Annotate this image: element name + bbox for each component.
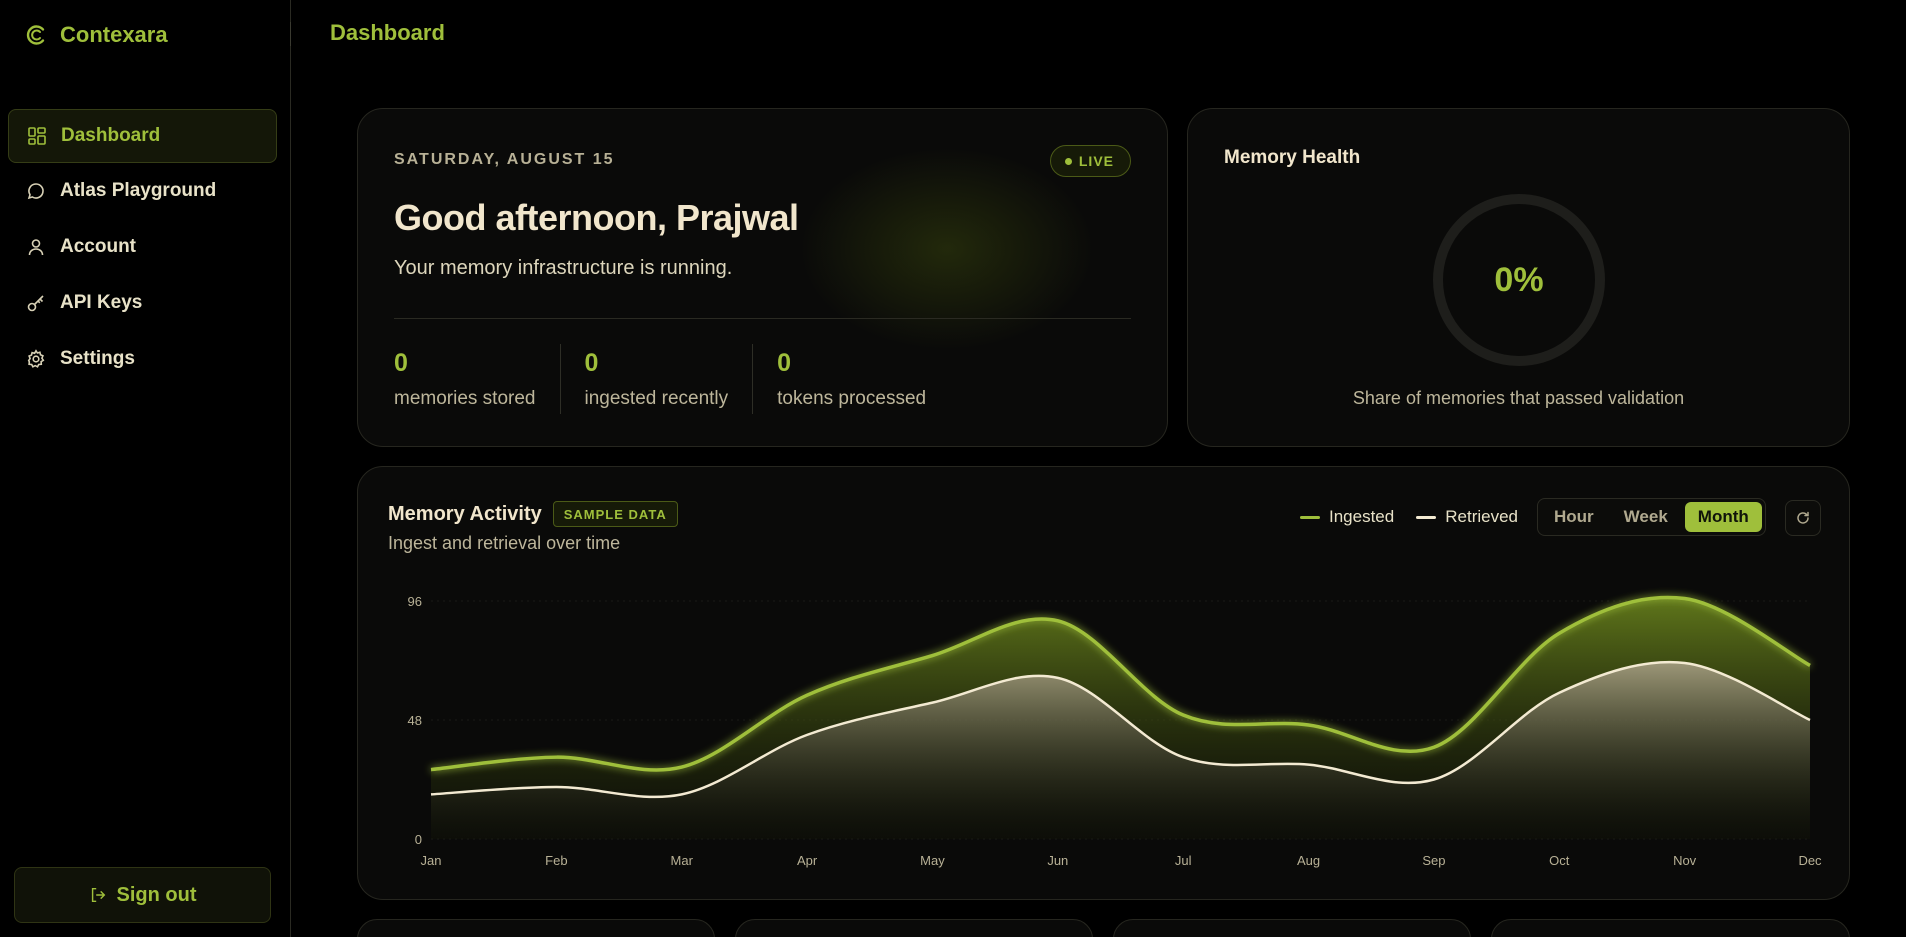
brand-name: Contexara — [60, 22, 168, 47]
memory-health-card: Memory Health 0% Share of memories that … — [1187, 108, 1850, 447]
legend-swatch — [1300, 515, 1320, 519]
memory-activity-card: 0 48 96 Jan Feb Mar Apr May Jun Jul Aug Sep Oct Nov De… — [357, 466, 1850, 900]
y-tick-label: 0 — [415, 832, 422, 847]
header-divider — [290, 22, 291, 46]
x-tick-label: Jan — [421, 853, 442, 868]
summary-card — [357, 919, 715, 937]
activity-subtitle: Ingest and retrieval over time — [388, 533, 621, 553]
gear-icon — [26, 349, 46, 369]
stat-label: memories stored — [394, 388, 536, 409]
legend-label: Ingested — [1329, 507, 1395, 526]
sidebar-item-api-keys[interactable]: API Keys — [8, 277, 277, 329]
activity-title: Memory Activity — [388, 502, 542, 525]
sidebar-item-label: API Keys — [60, 292, 143, 313]
time-range-selector: Hour Week Month — [1537, 498, 1766, 536]
chat-bubble-icon — [26, 181, 46, 201]
health-title: Memory Health — [1224, 147, 1361, 168]
sidebar-item-dashboard[interactable]: Dashboard — [8, 109, 277, 163]
status-message: Your memory infrastructure is running. — [394, 257, 733, 279]
logo-icon — [26, 25, 45, 45]
legend-label: Retrieved — [1445, 507, 1518, 526]
greeting: Good afternoon, Prajwal — [394, 197, 799, 238]
chart-legend: Ingested Retrieved — [1300, 507, 1518, 527]
x-tick-label: Nov — [1673, 853, 1697, 868]
sidebar-item-label: Dashboard — [61, 125, 161, 146]
sidebar-nav: Dashboard Atlas Playground Account API K… — [8, 109, 277, 389]
summary-card — [1491, 919, 1850, 937]
sidebar-item-label: Atlas Playground — [60, 180, 217, 201]
stat-value: 0 — [394, 349, 408, 377]
current-date: SATURDAY, AUGUST 15 — [394, 151, 615, 168]
sign-out-label: Sign out — [116, 883, 197, 906]
sidebar-item-account[interactable]: Account — [8, 221, 277, 273]
x-tick-label: Apr — [797, 853, 818, 868]
live-dot-icon — [1064, 157, 1072, 165]
y-tick-label: 96 — [408, 594, 422, 609]
range-week-button[interactable]: Week — [1611, 502, 1681, 532]
refresh-icon — [1797, 511, 1809, 524]
stat-value: 0 — [777, 349, 792, 377]
x-tick-label: Aug — [1297, 853, 1320, 868]
stat-label: tokens processed — [777, 388, 927, 409]
x-tick-label: Jul — [1175, 853, 1192, 868]
health-caption: Share of memories that passed validation — [1352, 388, 1685, 408]
sample-data-badge: SAMPLE DATA — [552, 501, 678, 527]
legend-swatch — [1416, 515, 1437, 519]
stat-tokens-processed: 0 tokens processed — [777, 344, 950, 414]
stats-row: 0 memories stored 0 ingested recently 0 … — [394, 344, 974, 414]
brand[interactable]: Contexara — [24, 20, 168, 50]
summary-card — [735, 919, 1093, 937]
user-icon — [26, 237, 46, 257]
stat-memories-stored: 0 memories stored — [394, 344, 561, 414]
divider — [394, 318, 1131, 319]
x-tick-label: Feb — [545, 853, 567, 868]
x-tick-label: Oct — [1549, 853, 1570, 868]
stat-ingested-recently: 0 ingested recently — [585, 344, 754, 414]
x-tick-label: Sep — [1422, 853, 1445, 868]
range-hour-button[interactable]: Hour — [1541, 502, 1607, 532]
summary-card — [1113, 919, 1471, 937]
welcome-card: SATURDAY, AUGUST 15 LIVE Good afternoon,… — [357, 108, 1168, 447]
x-tick-label: May — [920, 853, 945, 868]
live-badge: LIVE — [1049, 145, 1131, 177]
stat-value: 0 — [584, 349, 599, 377]
health-percent: 0% — [1494, 260, 1544, 299]
sidebar-item-label: Settings — [60, 348, 135, 369]
page-title: Dashboard — [330, 20, 445, 45]
x-tick-label: Mar — [671, 853, 694, 868]
dashboard-icon — [27, 126, 47, 146]
sign-out-button[interactable]: Sign out — [14, 867, 271, 923]
y-tick-label: 48 — [408, 713, 422, 728]
x-tick-label: Jun — [1047, 853, 1068, 868]
sidebar-item-atlas-playground[interactable]: Atlas Playground — [8, 165, 277, 217]
key-icon — [26, 293, 46, 313]
sidebar: Contexara Dashboard Atlas Playground Acc… — [0, 0, 291, 937]
refresh-button[interactable] — [1785, 500, 1821, 536]
legend-item-retrieved[interactable]: Retrieved — [1416, 507, 1518, 527]
live-label: LIVE — [1078, 153, 1114, 169]
x-tick-label: Dec — [1798, 853, 1822, 868]
range-month-button[interactable]: Month — [1684, 502, 1762, 532]
sign-out-icon — [91, 887, 105, 903]
activity-header: Memory Activity SAMPLE DATA — [388, 501, 678, 527]
stat-label: ingested recently — [584, 388, 729, 409]
sidebar-item-label: Account — [60, 236, 136, 257]
legend-item-ingested[interactable]: Ingested — [1300, 507, 1394, 527]
sidebar-item-settings[interactable]: Settings — [8, 333, 277, 385]
